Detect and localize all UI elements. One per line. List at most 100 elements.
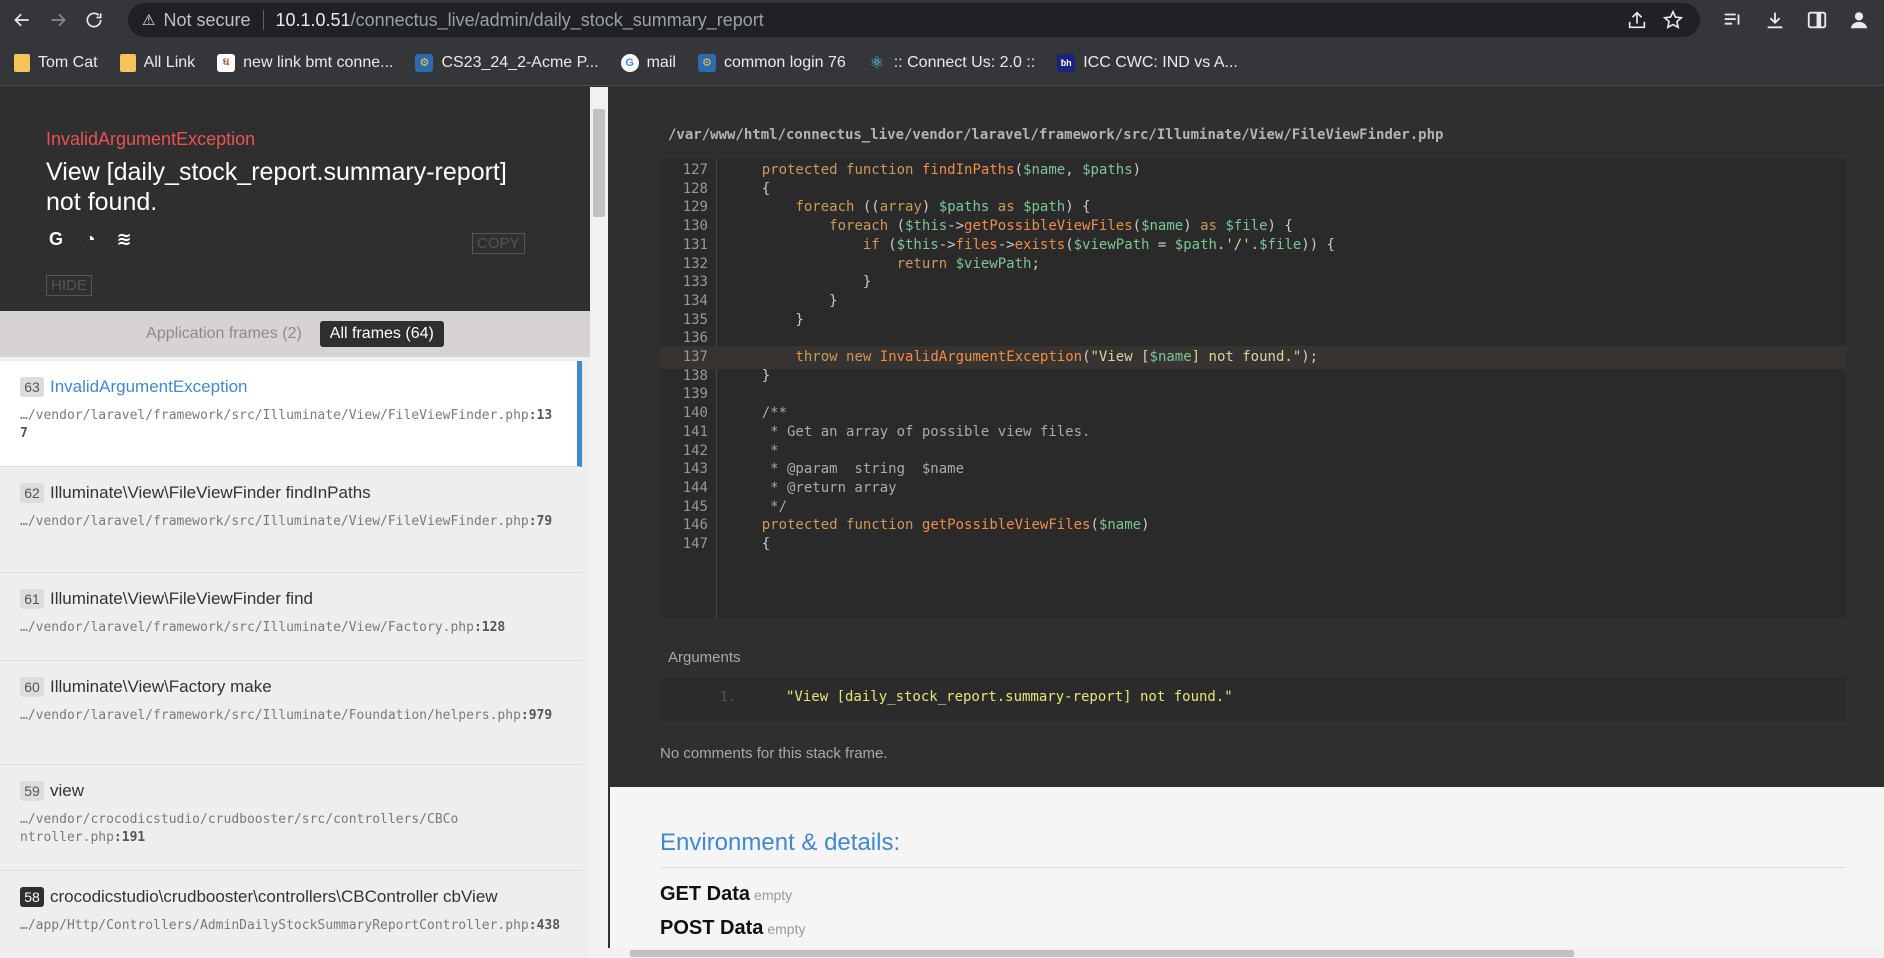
bookmark-label: common login 76 xyxy=(723,53,846,71)
frame-line: :979 xyxy=(520,708,553,723)
download-icon xyxy=(1767,12,1783,29)
frame-item[interactable]: 59 view …/vendor/crocodicstudio/crudboos… xyxy=(0,765,582,871)
frame-file-path: …/vendor/laravel/framework/src/Illuminat… xyxy=(20,408,529,423)
folder-icon xyxy=(119,53,136,72)
exception-header: InvalidArgumentException View [daily_sto… xyxy=(0,87,590,311)
get-data-label: GET Data xyxy=(660,883,751,905)
frame-line: :191 xyxy=(113,830,146,845)
reload-button[interactable] xyxy=(76,2,112,38)
bookmark-label: new link bmt conne... xyxy=(243,53,394,71)
frame-name: Illuminate\View\FileViewFinder find xyxy=(50,589,313,608)
frame-index: 63 xyxy=(20,377,44,397)
frame-item[interactable]: 62 Illuminate\View\FileViewFinder findIn… xyxy=(0,467,582,573)
share-icon[interactable] xyxy=(1626,9,1648,31)
bookmark-icc-cwc[interactable]: ƀh ICC CWC: IND vs A... xyxy=(1057,53,1238,72)
downloads-button[interactable] xyxy=(1760,4,1790,36)
scrollbar-thumb[interactable] xyxy=(630,950,1574,957)
scrollbar-thumb[interactable] xyxy=(593,109,605,217)
bookmark-label: CS23_24_2-Acme P... xyxy=(441,53,599,71)
warning-icon: ⚠ xyxy=(142,12,156,29)
exception-class: InvalidArgumentException xyxy=(46,129,256,149)
arguments-box: 1. "View [daily_stock_report.summary-rep… xyxy=(660,677,1846,721)
argument-value: "View [daily_stock_report.summary-report… xyxy=(786,689,1233,705)
frame-file: …/vendor/laravel/framework/src/Illuminat… xyxy=(20,619,562,637)
hide-button[interactable]: HIDE xyxy=(46,275,92,296)
frame-file: …/vendor/laravel/framework/src/Illuminat… xyxy=(20,707,562,725)
post-data-label: POST Data xyxy=(660,917,764,939)
browser-toolbar: ⚠ Not secure 10.1.0.51 /connectus_live/a… xyxy=(0,0,1884,40)
frame-item[interactable]: 61 Illuminate\View\FileViewFinder find …… xyxy=(0,573,582,661)
avatar-icon xyxy=(1850,12,1868,29)
bookmark-cs23[interactable]: ⚙ CS23_24_2-Acme P... xyxy=(415,53,599,72)
bookmarks-bar: Tom Cat All Link ઘ new link bmt conne...… xyxy=(0,40,1884,86)
get-data-value: empty xyxy=(754,887,793,903)
reload-icon xyxy=(86,12,102,28)
no-comments-text: No comments for this stack frame. xyxy=(660,745,888,762)
arrow-right-icon xyxy=(51,13,66,27)
frame-item[interactable]: 58 crocodicstudio\crudbooster\controller… xyxy=(0,871,582,958)
profile-button[interactable] xyxy=(1844,4,1874,36)
media-control-button[interactable] xyxy=(1718,4,1748,36)
duckduckgo-icon[interactable]: ◔ xyxy=(80,229,100,249)
all-frames-tab[interactable]: All frames (64) xyxy=(319,321,444,347)
frame-file: …/vendor/laravel/framework/src/Illuminat… xyxy=(20,407,557,443)
environment-section: Environment & details: GET Data empty POS… xyxy=(610,787,1884,958)
frames-list: 63 InvalidArgumentException …/vendor/lar… xyxy=(0,361,585,958)
bookmark-common-login[interactable]: ⚙ common login 76 xyxy=(697,53,846,72)
code-panel: /var/www/html/connectus_live/vendor/lara… xyxy=(610,87,1884,958)
stack-trace-panel: InvalidArgumentException View [daily_sto… xyxy=(0,87,590,958)
arguments-title: Arguments xyxy=(668,649,741,666)
frame-index: 60 xyxy=(20,677,44,697)
bookmark-label: ICC CWC: IND vs A... xyxy=(1083,53,1238,71)
frame-name: view xyxy=(50,781,85,800)
playlist-icon xyxy=(1724,13,1740,25)
frame-item[interactable]: 63 InvalidArgumentException …/vendor/lar… xyxy=(0,361,582,467)
frame-index: 62 xyxy=(20,483,44,503)
arrow-left-icon xyxy=(14,13,29,27)
frame-file-path: …/app/Http/Controllers/AdminDailyStockSu… xyxy=(20,918,529,933)
bookmark-label: :: Connect Us: 2.0 :: xyxy=(893,53,1036,71)
copy-button[interactable]: COPY xyxy=(472,233,525,254)
left-scrollbar[interactable] xyxy=(590,87,608,958)
bookmark-new-link[interactable]: ઘ new link bmt conne... xyxy=(217,53,394,72)
frame-file-path: …/vendor/crocodicstudio/crudbooster/src/… xyxy=(20,812,459,845)
frame-name: InvalidArgumentException xyxy=(50,377,248,396)
exception-message: View [daily_stock_report.summary-report]… xyxy=(46,158,507,216)
separator xyxy=(262,10,264,30)
horizontal-scrollbar[interactable] xyxy=(590,948,1884,958)
bookmark-mail[interactable]: G mail xyxy=(620,53,676,72)
google-icon: G xyxy=(620,53,639,72)
site-icon: ઘ xyxy=(217,53,236,72)
bookmark-label: mail xyxy=(646,53,676,71)
search-links: G ◔ ≋ xyxy=(46,229,134,249)
folder-icon xyxy=(14,53,30,72)
site-icon: ⚙ xyxy=(697,53,716,72)
frame-file: …/vendor/crocodicstudio/crudbooster/src/… xyxy=(20,811,460,847)
stackoverflow-icon[interactable]: ≋ xyxy=(114,229,134,249)
frame-line: :79 xyxy=(528,514,553,529)
bookmark-label: All Link xyxy=(143,53,196,71)
bookmark-label: Tom Cat xyxy=(38,53,98,71)
frame-name: Illuminate\View\FileViewFinder findInPat… xyxy=(50,483,371,502)
bookmark-all-link[interactable]: All Link xyxy=(119,53,196,72)
side-panel-button[interactable] xyxy=(1802,4,1832,36)
frame-line: :128 xyxy=(473,620,506,635)
back-button[interactable] xyxy=(4,2,40,38)
line-number: 147 xyxy=(682,536,708,552)
post-data-value: empty xyxy=(767,921,806,937)
url-path: /connectus_live/admin/daily_stock_summar… xyxy=(350,9,764,30)
frame-name: crocodicstudio\crudbooster\controllers\C… xyxy=(50,887,498,906)
environment-title: Environment & details: xyxy=(660,829,901,856)
site-icon: ƀh xyxy=(1057,53,1076,72)
star-icon[interactable] xyxy=(1662,9,1684,31)
frame-line: :438 xyxy=(528,918,561,933)
forward-button[interactable] xyxy=(40,2,76,38)
address-bar[interactable]: ⚠ Not secure 10.1.0.51 /connectus_live/a… xyxy=(128,3,1700,37)
google-icon[interactable]: G xyxy=(46,229,66,249)
frame-item[interactable]: 60 Illuminate\View\Factory make …/vendor… xyxy=(0,661,582,765)
frame-name: Illuminate\View\Factory make xyxy=(50,677,272,696)
code-file-path: /var/www/html/connectus_live/vendor/lara… xyxy=(668,127,1444,143)
application-frames-tab[interactable]: Application frames (2) xyxy=(146,325,302,343)
bookmark-tom-cat[interactable]: Tom Cat xyxy=(14,53,98,72)
bookmark-connect-us[interactable]: ⚛ :: Connect Us: 2.0 :: xyxy=(868,53,1036,72)
